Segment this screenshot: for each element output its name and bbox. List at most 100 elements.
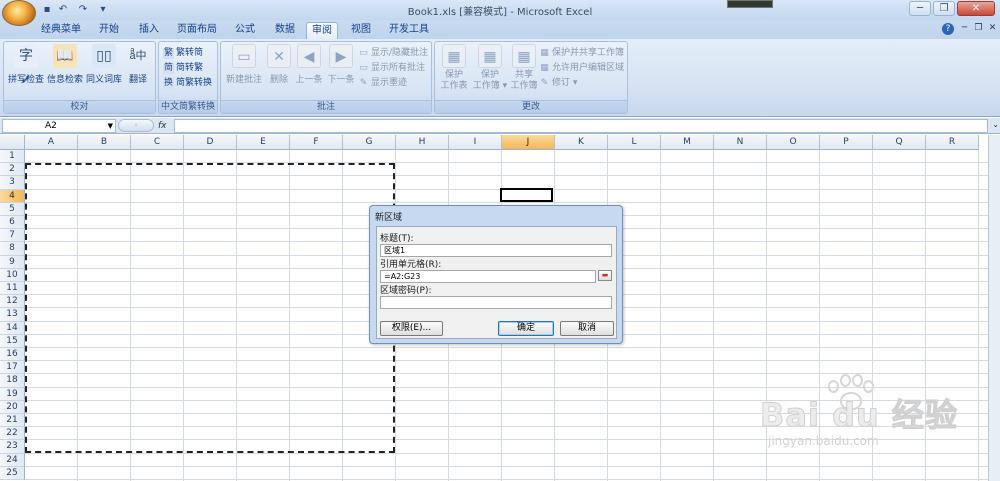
- spell-check-button[interactable]: 字✓ 拼写检查: [6, 44, 46, 99]
- name-box[interactable]: A2 ▼: [2, 119, 116, 133]
- column-header-n[interactable]: N: [714, 135, 767, 150]
- row-header-20[interactable]: 20: [0, 400, 25, 414]
- row-header-14[interactable]: 14: [0, 321, 25, 335]
- column-header-j[interactable]: J: [502, 135, 555, 150]
- row-header-4[interactable]: 4: [0, 189, 25, 203]
- tab-data[interactable]: 数据: [268, 22, 302, 39]
- translate-button[interactable]: aͣ中 翻译: [120, 44, 156, 99]
- range-title-input[interactable]: 区域1: [380, 244, 612, 257]
- ref-cells-input[interactable]: =A2:G23: [380, 270, 596, 283]
- close-button[interactable]: ✕: [957, 1, 995, 16]
- track-changes-button[interactable]: ✎ 修订 ▾: [539, 76, 578, 90]
- cancel-button[interactable]: 取消: [560, 321, 614, 336]
- protect-and-share-button[interactable]: ▦ 保护并共享工作簿: [539, 46, 624, 60]
- share-workbook-button[interactable]: ▦ 共享 工作簿: [507, 44, 541, 99]
- column-header-e[interactable]: E: [237, 135, 290, 150]
- help-icon[interactable]: ?: [942, 23, 954, 35]
- ribbon-minimize-icon[interactable]: ─: [959, 23, 970, 34]
- chinese-convert-button[interactable]: 换简繁转换: [163, 76, 212, 90]
- row-header-16[interactable]: 16: [0, 348, 25, 362]
- ok-button[interactable]: 确定: [498, 321, 554, 336]
- row-header-2[interactable]: 2: [0, 163, 25, 177]
- range-password-input[interactable]: [380, 296, 612, 309]
- tab-formulas[interactable]: 公式: [228, 22, 262, 39]
- tab-insert[interactable]: 插入: [132, 22, 166, 39]
- previous-comment-button[interactable]: ◀ 上一条: [293, 44, 325, 99]
- delete-comment-button[interactable]: ✕ 删除: [265, 44, 293, 99]
- row-header-24[interactable]: 24: [0, 453, 25, 467]
- protect-workbook-button[interactable]: ▦ 保护 工作簿 ▾: [471, 44, 509, 99]
- tab-review[interactable]: 审阅: [306, 22, 338, 39]
- ribbon-close-icon[interactable]: ✕: [987, 23, 998, 34]
- row-header-7[interactable]: 7: [0, 229, 25, 243]
- column-header-q[interactable]: Q: [873, 135, 926, 150]
- show-all-comments-button[interactable]: ▭ 显示所有批注: [358, 61, 425, 75]
- expand-formula-bar-icon[interactable]: ⌄: [992, 120, 999, 129]
- row-header-25[interactable]: 25: [0, 466, 25, 480]
- row-header-22[interactable]: 22: [0, 427, 25, 441]
- select-all-corner[interactable]: [0, 135, 25, 150]
- column-header-m[interactable]: M: [661, 135, 714, 150]
- tab-home[interactable]: 开始: [92, 22, 126, 39]
- permissions-button[interactable]: 权限(E)...: [380, 321, 443, 336]
- row-header-8[interactable]: 8: [0, 242, 25, 256]
- trad-to-simp-button[interactable]: 繁繁转简: [163, 46, 203, 60]
- column-header-f[interactable]: F: [290, 135, 343, 150]
- column-header-i[interactable]: I: [449, 135, 502, 150]
- column-header-p[interactable]: P: [820, 135, 873, 150]
- tab-page-layout[interactable]: 页面布局: [172, 22, 222, 39]
- tab-view[interactable]: 视图: [344, 22, 378, 39]
- tab-classic-menu[interactable]: 经典菜单: [36, 22, 86, 39]
- office-button[interactable]: [2, 0, 36, 26]
- formula-input[interactable]: [174, 119, 988, 133]
- row-header-3[interactable]: 3: [0, 176, 25, 190]
- row-header-12[interactable]: 12: [0, 295, 25, 309]
- show-hide-comment-button[interactable]: ▭ 显示/隐藏批注: [358, 46, 428, 60]
- column-header-b[interactable]: B: [78, 135, 131, 150]
- column-header-h[interactable]: H: [396, 135, 449, 150]
- thesaurus-button[interactable]: ▯▯ 同义词库: [84, 44, 124, 99]
- share-workbook-icon: ▦: [512, 44, 536, 68]
- protect-sheet-button[interactable]: ▦ 保护 工作表: [437, 44, 471, 99]
- insert-function-icon[interactable]: fx: [158, 119, 172, 133]
- comments-group: ▭ 新建批注 ✕ 删除 ◀ 上一条 ▶ 下一条 ▭ 显示/隐藏批注 ▭ 显示所有批注…: [220, 41, 432, 114]
- next-comment-button[interactable]: ▶ 下一条: [325, 44, 357, 99]
- row-header-15[interactable]: 15: [0, 334, 25, 348]
- tab-developer[interactable]: 开发工具: [384, 22, 434, 39]
- protect-sheet-label-1: 保护: [444, 70, 463, 80]
- minimize-button[interactable]: ─: [909, 1, 931, 16]
- row-header-9[interactable]: 9: [0, 255, 25, 269]
- name-box-dropdown-icon[interactable]: ▼: [108, 120, 113, 132]
- column-header-a[interactable]: A: [25, 135, 78, 150]
- column-header-d[interactable]: D: [184, 135, 237, 150]
- row-header-13[interactable]: 13: [0, 308, 25, 322]
- maximize-button[interactable]: ❐: [933, 1, 955, 16]
- range-picker-icon[interactable]: ▬: [598, 270, 612, 281]
- row-header-18[interactable]: 18: [0, 374, 25, 388]
- row-header-6[interactable]: 6: [0, 216, 25, 230]
- row-header-23[interactable]: 23: [0, 440, 25, 454]
- row-header-11[interactable]: 11: [0, 282, 25, 296]
- active-cell[interactable]: [500, 188, 553, 202]
- row-header-5[interactable]: 5: [0, 202, 25, 216]
- column-header-o[interactable]: O: [767, 135, 820, 150]
- research-button[interactable]: 📖 信息检索: [45, 44, 85, 99]
- ribbon-restore-icon[interactable]: ❐: [973, 23, 984, 34]
- column-header-c[interactable]: C: [131, 135, 184, 150]
- column-header-r[interactable]: R: [926, 135, 979, 150]
- row-header-10[interactable]: 10: [0, 268, 25, 282]
- show-ink-button[interactable]: ✎ 显示墨迹: [358, 76, 407, 90]
- protect-and-share-icon: ▦: [540, 47, 549, 58]
- row-header-21[interactable]: 21: [0, 414, 25, 428]
- column-header-g[interactable]: G: [343, 135, 396, 150]
- row-header-19[interactable]: 19: [0, 387, 25, 401]
- row-header-17[interactable]: 17: [0, 361, 25, 375]
- new-comment-button[interactable]: ▭ 新建批注: [223, 44, 265, 99]
- column-header-l[interactable]: L: [608, 135, 661, 150]
- ribbon-tabs: 经典菜单 开始 插入 页面布局 公式 数据 审阅 视图 开发工具 ? ─ ❐ ✕: [0, 20, 1000, 39]
- row-header-1[interactable]: 1: [0, 150, 25, 164]
- formula-cancel-button[interactable]: ◦: [118, 119, 154, 132]
- column-header-k[interactable]: K: [555, 135, 608, 150]
- allow-users-edit-ranges-button[interactable]: ▦ 允许用户编辑区域: [539, 61, 624, 75]
- simp-to-trad-button[interactable]: 简简转繁: [163, 61, 203, 75]
